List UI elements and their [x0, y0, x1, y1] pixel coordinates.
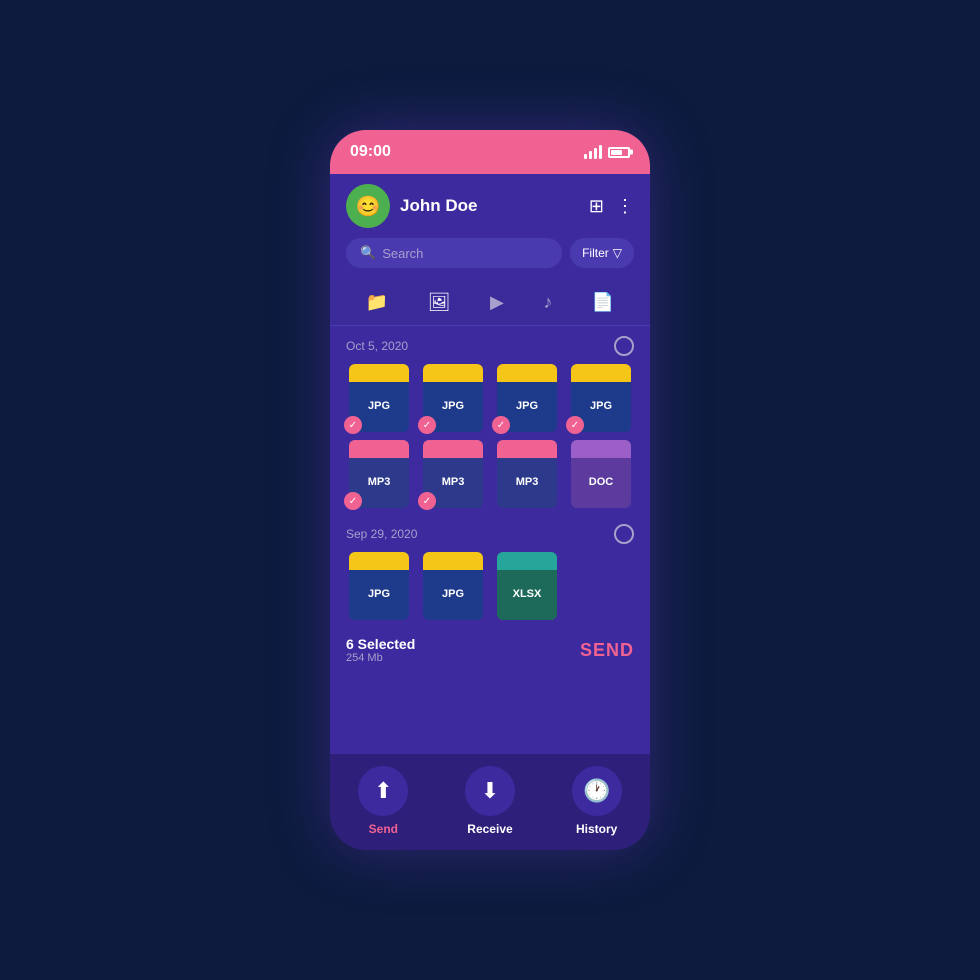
tab-image[interactable]: 🖼 — [422, 290, 457, 315]
file-tag — [497, 440, 557, 458]
header-actions: ⊞ ⋮ — [589, 196, 634, 217]
tab-document[interactable]: 📄 — [586, 290, 620, 315]
selection-bar: 6 Selected 254 Mb SEND — [330, 626, 650, 674]
file-item[interactable]: JPG ✓ — [568, 364, 634, 432]
file-type-label: JPG — [368, 400, 390, 412]
history-nav-label: History — [576, 822, 617, 836]
date-section-oct: Oct 5, 2020 JPG ✓ JPG — [330, 326, 650, 514]
check-badge: ✓ — [566, 416, 584, 434]
file-type-label: JPG — [516, 400, 538, 412]
check-badge: ✓ — [418, 492, 436, 510]
user-name: John Doe — [400, 196, 477, 216]
file-item[interactable]: DOC — [568, 440, 634, 508]
filter-label: Filter — [582, 246, 609, 260]
selection-count: 6 Selected — [346, 636, 415, 652]
search-placeholder: Search — [382, 246, 423, 261]
avatar: 😊 — [346, 184, 390, 228]
date-label-sep: Sep 29, 2020 — [346, 527, 417, 541]
file-item[interactable]: JPG — [420, 552, 486, 620]
check-badge: ✓ — [418, 416, 436, 434]
file-type-label: MP3 — [516, 476, 539, 488]
main-content: Oct 5, 2020 JPG ✓ JPG — [330, 326, 650, 754]
tab-folder[interactable]: 📁 — [360, 290, 394, 315]
send-selected-button[interactable]: SEND — [580, 640, 634, 661]
signal-icon — [584, 145, 602, 159]
file-tag — [497, 552, 557, 570]
search-input-wrapper[interactable]: 🔍 Search — [346, 238, 562, 268]
select-all-sep[interactable] — [614, 524, 634, 544]
receive-icon: ⬇ — [465, 766, 515, 816]
file-card-jpg: JPG — [349, 552, 409, 620]
send-icon: ⬆ — [358, 766, 408, 816]
files-grid-sep: JPG JPG XLSX — [346, 552, 634, 620]
receive-nav-label: Receive — [467, 822, 512, 836]
tab-video[interactable]: ▶ — [484, 290, 510, 315]
tab-music[interactable]: ♪ — [537, 290, 558, 315]
status-bar: 09:00 — [330, 130, 650, 174]
file-card-doc: DOC — [571, 440, 631, 508]
nav-item-send[interactable]: ⬆ Send — [348, 766, 418, 836]
file-tag — [349, 552, 409, 570]
file-item[interactable]: MP3 ✓ — [346, 440, 412, 508]
file-card-xlsx: XLSX — [497, 552, 557, 620]
date-header-oct: Oct 5, 2020 — [346, 336, 634, 356]
bottom-nav: ⬆ Send ⬇ Receive 🕐 History — [330, 754, 650, 850]
status-icons — [584, 145, 630, 159]
files-grid-oct: JPG ✓ JPG ✓ JPG — [346, 364, 634, 508]
date-label-oct: Oct 5, 2020 — [346, 339, 408, 353]
filter-button[interactable]: Filter ▽ — [570, 238, 634, 268]
file-card-jpg: JPG — [423, 552, 483, 620]
nav-item-history[interactable]: 🕐 History — [562, 766, 632, 836]
check-badge: ✓ — [492, 416, 510, 434]
file-type-label: JPG — [442, 588, 464, 600]
file-type-label: DOC — [589, 476, 613, 488]
file-tag — [571, 440, 631, 458]
check-badge: ✓ — [344, 416, 362, 434]
file-item[interactable]: JPG — [346, 552, 412, 620]
date-section-sep: Sep 29, 2020 JPG JPG — [330, 514, 650, 626]
check-badge: ✓ — [344, 492, 362, 510]
file-tag — [423, 552, 483, 570]
file-item[interactable]: JPG ✓ — [346, 364, 412, 432]
nav-item-receive[interactable]: ⬇ Receive — [455, 766, 525, 836]
file-tag — [349, 364, 409, 382]
search-icon: 🔍 — [360, 245, 376, 261]
file-tag — [497, 364, 557, 382]
more-options-icon[interactable]: ⋮ — [616, 196, 634, 217]
select-all-oct[interactable] — [614, 336, 634, 356]
grid-view-icon[interactable]: ⊞ — [589, 196, 604, 217]
file-item[interactable]: MP3 — [494, 440, 560, 508]
date-header-sep: Sep 29, 2020 — [346, 524, 634, 544]
file-card-mp3: MP3 — [497, 440, 557, 508]
header: 😊 John Doe ⊞ ⋮ 🔍 Search Filter ▽ — [330, 174, 650, 280]
file-type-label: MP3 — [368, 476, 391, 488]
file-tag — [571, 364, 631, 382]
file-item[interactable]: MP3 ✓ — [420, 440, 486, 508]
send-nav-label: Send — [369, 822, 398, 836]
file-tag — [423, 440, 483, 458]
file-tag — [423, 364, 483, 382]
selection-info: 6 Selected 254 Mb — [346, 636, 415, 664]
user-info: 😊 John Doe — [346, 184, 477, 228]
header-top: 😊 John Doe ⊞ ⋮ — [346, 184, 634, 228]
file-item[interactable]: XLSX — [494, 552, 560, 620]
file-item[interactable]: JPG ✓ — [494, 364, 560, 432]
selection-size: 254 Mb — [346, 652, 415, 664]
file-type-label: XLSX — [513, 588, 542, 600]
search-bar: 🔍 Search Filter ▽ — [346, 238, 634, 280]
file-item[interactable]: JPG ✓ — [420, 364, 486, 432]
phone-frame: 09:00 😊 John Doe ⊞ ⋮ — [330, 130, 650, 850]
history-icon: 🕐 — [572, 766, 622, 816]
file-type-label: MP3 — [442, 476, 465, 488]
file-type-label: JPG — [442, 400, 464, 412]
file-type-label: JPG — [368, 588, 390, 600]
file-type-tabs: 📁 🖼 ▶ ♪ 📄 — [330, 280, 650, 326]
battery-icon — [608, 147, 630, 158]
file-type-label: JPG — [590, 400, 612, 412]
status-time: 09:00 — [350, 143, 391, 161]
filter-icon: ▽ — [613, 246, 622, 260]
file-tag — [349, 440, 409, 458]
